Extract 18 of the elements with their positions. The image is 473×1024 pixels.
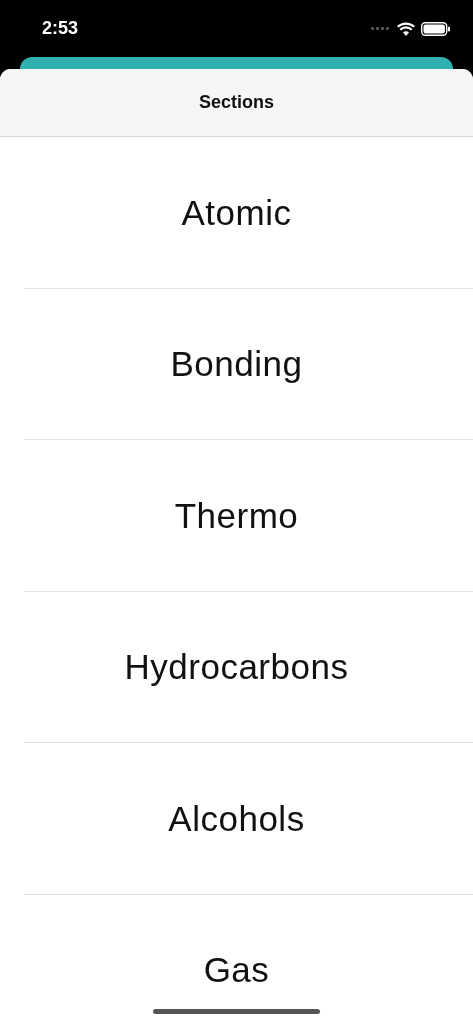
battery-icon [421,21,451,36]
status-time: 2:53 [42,18,80,39]
section-row[interactable]: Bonding [0,288,473,440]
wifi-icon [397,21,415,36]
home-indicator[interactable] [153,1009,320,1014]
section-label: Thermo [174,495,299,536]
section-label: Atomic [181,192,292,233]
section-row[interactable]: Gas [0,894,473,1024]
section-label: Hydrocarbons [124,647,349,688]
section-label: Bonding [170,344,303,385]
section-row[interactable]: Alcohols [0,743,473,895]
section-label: Gas [203,950,270,991]
section-row[interactable]: Atomic [0,137,473,289]
signal-icon [371,26,391,31]
section-label: Alcohols [168,798,305,839]
section-row[interactable]: Hydrocarbons [0,591,473,743]
navigation-title: Sections [199,92,274,113]
section-row[interactable]: Thermo [0,440,473,592]
